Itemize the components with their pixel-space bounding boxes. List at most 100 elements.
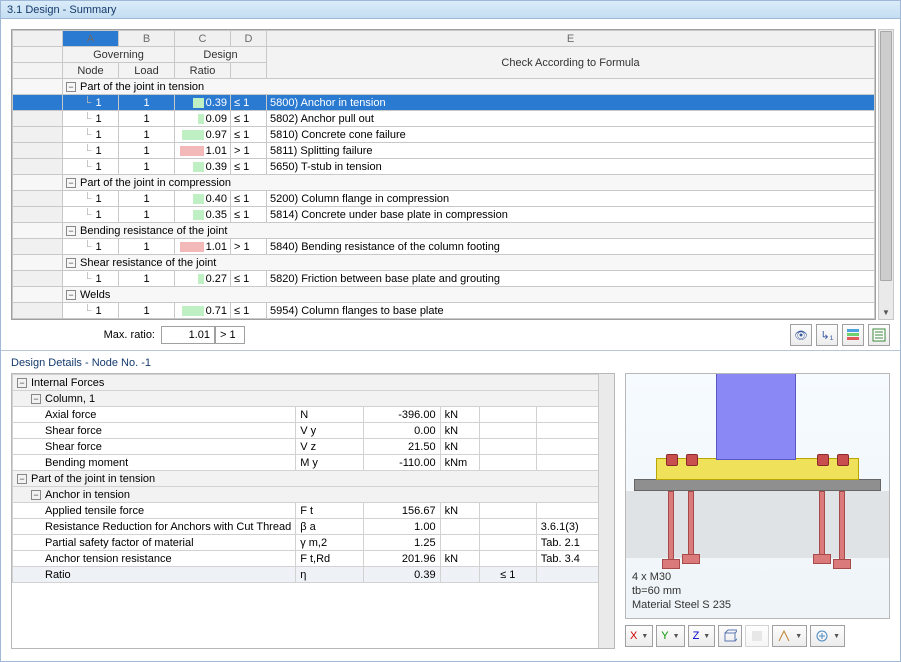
group-header[interactable]: Welds: [63, 287, 875, 303]
cell-load: 1: [119, 239, 175, 255]
window-title: 3.1 Design - Summary: [1, 1, 900, 19]
collapse-icon[interactable]: [31, 490, 41, 500]
detail-row: Resistance Reduction for Anchors with Cu…: [13, 519, 614, 535]
cell-cmp: ≤ 1: [231, 303, 267, 319]
col-letter-c[interactable]: C: [175, 31, 231, 47]
col-letter-b[interactable]: B: [119, 31, 175, 47]
collapse-icon[interactable]: [17, 378, 27, 388]
collapse-icon[interactable]: [17, 474, 27, 484]
detail-check: [479, 551, 536, 567]
scroll-thumb[interactable]: [880, 31, 892, 281]
summary-scrollbar[interactable]: ▲ ▼: [878, 29, 894, 320]
detail-check: [479, 407, 536, 423]
detail-label: Axial force: [13, 407, 296, 423]
cell-node: └1: [63, 207, 119, 223]
cell-ratio: 0.40: [175, 191, 231, 207]
detail-label: Partial safety factor of material: [13, 535, 296, 551]
detail-check: [479, 535, 536, 551]
cell-cmp: > 1: [231, 143, 267, 159]
summary-row[interactable]: └110.97≤ 15810) Concrete cone failure: [13, 127, 875, 143]
detail-header[interactable]: Part of the joint in tension: [13, 471, 614, 487]
goto-icon[interactable]: ↳₁: [816, 324, 838, 346]
detail-label: Shear force: [13, 439, 296, 455]
iso-view-button[interactable]: [718, 625, 742, 647]
cell-node: └1: [63, 303, 119, 319]
cell-cmp: ≤ 1: [231, 111, 267, 127]
detail-check: ≤ 1: [479, 567, 536, 583]
summary-row[interactable]: └110.09≤ 15802) Anchor pull out: [13, 111, 875, 127]
cell-load: 1: [119, 271, 175, 287]
export-icon[interactable]: [868, 324, 890, 346]
section-button[interactable]: ▼: [772, 625, 807, 647]
detail-symbol: V y: [296, 423, 363, 439]
cell-ratio: 0.09: [175, 111, 231, 127]
collapse-icon[interactable]: [66, 290, 76, 300]
detail-value: -396.00: [363, 407, 440, 423]
summary-row[interactable]: └110.35≤ 15814) Concrete under base plat…: [13, 207, 875, 223]
detail-unit: kN: [440, 423, 479, 439]
detail-row: Shear forceV y0.00kN: [13, 423, 614, 439]
detail-symbol: γ m,2: [296, 535, 363, 551]
detail-symbol: β a: [296, 519, 363, 535]
detail-row: Ratioη0.39≤ 1: [13, 567, 614, 583]
cell-node: └1: [63, 127, 119, 143]
detail-header[interactable]: Anchor in tension: [13, 487, 614, 503]
detail-value: 1.00: [363, 519, 440, 535]
summary-grid[interactable]: A B C D E Governing Design Check Accordi…: [11, 29, 876, 320]
summary-row[interactable]: └110.40≤ 15200) Column flange in compres…: [13, 191, 875, 207]
detail-unit: kN: [440, 503, 479, 519]
summary-row[interactable]: └110.71≤ 15954) Column flanges to base p…: [13, 303, 875, 319]
collapse-icon[interactable]: [66, 258, 76, 268]
viewport-caption: 4 x M30 tb=60 mm Material Steel S 235: [632, 570, 731, 612]
detail-check: [479, 503, 536, 519]
detail-unit: kN: [440, 407, 479, 423]
col-letter-e[interactable]: E: [267, 31, 875, 47]
cell-ratio: 0.97: [175, 127, 231, 143]
collapse-icon[interactable]: [66, 178, 76, 188]
color-scale-icon[interactable]: [842, 324, 864, 346]
detail-value: 201.96: [363, 551, 440, 567]
detail-header[interactable]: Internal Forces: [13, 375, 614, 391]
axis-z-button[interactable]: Z▼: [688, 625, 716, 647]
scroll-down-icon[interactable]: ▼: [879, 305, 893, 319]
summary-row[interactable]: └110.27≤ 15820) Friction between base pl…: [13, 271, 875, 287]
cell-ratio: 1.01: [175, 239, 231, 255]
collapse-icon[interactable]: [66, 82, 76, 92]
model-viewport[interactable]: 4 x M30 tb=60 mm Material Steel S 235: [625, 373, 890, 619]
eye-icon[interactable]: 👁: [790, 324, 812, 346]
details-title: Design Details - Node No. -1: [11, 357, 151, 369]
summary-row[interactable]: └111.01> 15811) Splitting failure: [13, 143, 875, 159]
cell-ratio: 0.71: [175, 303, 231, 319]
cell-cmp: ≤ 1: [231, 127, 267, 143]
group-header[interactable]: Bending resistance of the joint: [63, 223, 875, 239]
cell-check: 5814) Concrete under base plate in compr…: [267, 207, 875, 223]
detail-symbol: N: [296, 407, 363, 423]
cell-load: 1: [119, 143, 175, 159]
summary-row[interactable]: └110.39≤ 15650) T-stub in tension: [13, 159, 875, 175]
group-header[interactable]: Part of the joint in compression: [63, 175, 875, 191]
detail-unit: [440, 535, 479, 551]
axis-x-button[interactable]: X▼: [625, 625, 653, 647]
col-letter-d[interactable]: D: [231, 31, 267, 47]
detail-check: [479, 423, 536, 439]
collapse-icon[interactable]: [66, 226, 76, 236]
col-letter-a[interactable]: A: [63, 31, 119, 47]
view-options-button[interactable]: ▼: [810, 625, 845, 647]
details-grid[interactable]: Internal ForcesColumn, 1Axial forceN-396…: [11, 373, 615, 649]
summary-row[interactable]: └111.01> 15840) Bending resistance of th…: [13, 239, 875, 255]
cell-check: 5810) Concrete cone failure: [267, 127, 875, 143]
detail-header[interactable]: Column, 1: [13, 391, 614, 407]
summary-panel: A B C D E Governing Design Check Accordi…: [1, 19, 900, 351]
group-header[interactable]: Part of the joint in tension: [63, 79, 875, 95]
detail-symbol: M y: [296, 455, 363, 471]
collapse-icon[interactable]: [31, 394, 41, 404]
cell-cmp: > 1: [231, 239, 267, 255]
cell-load: 1: [119, 191, 175, 207]
summary-row[interactable]: └110.39≤ 15800) Anchor in tension: [13, 95, 875, 111]
axis-y-button[interactable]: Y▼: [656, 625, 684, 647]
group-header[interactable]: Shear resistance of the joint: [63, 255, 875, 271]
details-scrollbar[interactable]: [598, 374, 614, 648]
detail-label: Applied tensile force: [13, 503, 296, 519]
cell-ratio: 0.39: [175, 95, 231, 111]
detail-label: Resistance Reduction for Anchors with Cu…: [13, 519, 296, 535]
